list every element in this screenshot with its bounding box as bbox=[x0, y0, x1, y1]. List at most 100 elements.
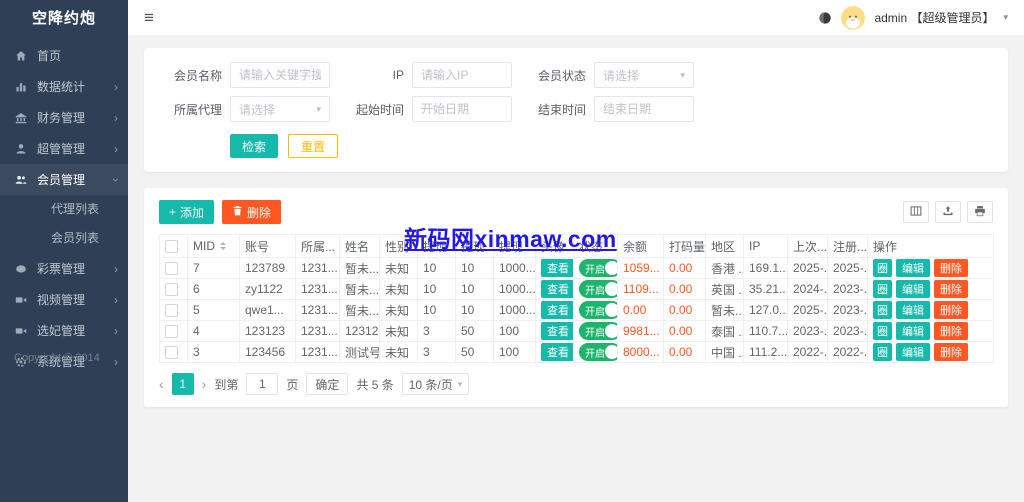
columns-tool-button[interactable] bbox=[903, 201, 929, 223]
theme-globe-icon[interactable] bbox=[818, 11, 832, 25]
row-checkbox[interactable] bbox=[165, 283, 178, 297]
delete-row-button[interactable]: 删除 bbox=[934, 322, 968, 340]
view-avatar-button[interactable]: 查看 bbox=[541, 301, 573, 319]
hamburger-icon[interactable]: ≡ bbox=[144, 9, 154, 26]
column-header: IP bbox=[743, 234, 788, 258]
sidebar-item-stats[interactable]: 数据统计 › bbox=[0, 71, 128, 102]
member-status-select[interactable]: 请选择 ▾ bbox=[594, 62, 694, 88]
edit-button[interactable]: 编辑 bbox=[896, 322, 930, 340]
field-label: 起始时间 bbox=[355, 102, 404, 117]
sidebar-item-label: 彩票管理 bbox=[37, 262, 86, 276]
chevron-right-icon: › bbox=[114, 292, 118, 307]
cell-reg: 2025-... bbox=[827, 257, 868, 279]
status-toggle[interactable]: 开启 bbox=[579, 322, 617, 340]
add-button[interactable]: + 添加 bbox=[159, 200, 215, 224]
view-avatar-button[interactable]: 查看 bbox=[541, 322, 573, 340]
avatar[interactable] bbox=[841, 5, 866, 30]
cell-w3: 1000... bbox=[493, 278, 536, 300]
coin-icon bbox=[15, 262, 28, 275]
delete-row-button[interactable]: 删除 bbox=[934, 343, 968, 361]
cell-agent: 1231... bbox=[295, 257, 340, 279]
status-toggle[interactable]: 开启 bbox=[579, 259, 617, 277]
cell-w3: 1000... bbox=[493, 257, 536, 279]
member-name-input[interactable] bbox=[230, 62, 330, 88]
cell-w2: 10 bbox=[455, 299, 494, 321]
sort-icon[interactable] bbox=[220, 239, 226, 253]
sidebar-item-video[interactable]: 视频管理 › bbox=[0, 284, 128, 315]
page-1-button[interactable]: 1 bbox=[171, 373, 194, 395]
misc-op-button[interactable]: 圈 bbox=[873, 343, 892, 361]
sidebar-subitem-member-list[interactable]: 会员列表 bbox=[0, 224, 128, 253]
cell-w1: 10 bbox=[417, 299, 456, 321]
sidebar-subitem-agent-list[interactable]: 代理列表 bbox=[0, 195, 128, 224]
field-agent: 所属代理 请选择 ▾ bbox=[164, 96, 330, 122]
misc-op-button[interactable]: 圈 bbox=[873, 259, 892, 277]
sidebar-item-label: 首页 bbox=[37, 49, 62, 63]
row-checkbox[interactable] bbox=[165, 325, 178, 339]
edit-button[interactable]: 编辑 bbox=[896, 343, 930, 361]
column-header: 上次... bbox=[787, 234, 828, 258]
cell-w2: 50 bbox=[455, 320, 494, 342]
table-tools bbox=[903, 201, 993, 223]
sidebar-item-members[interactable]: 会员管理 › bbox=[0, 164, 128, 195]
end-date-input[interactable] bbox=[594, 96, 694, 122]
film-icon bbox=[15, 324, 28, 337]
agent-select[interactable]: 请选择 ▾ bbox=[230, 96, 330, 122]
search-button[interactable]: 检索 bbox=[230, 134, 279, 158]
delete-row-button[interactable]: 删除 bbox=[934, 259, 968, 277]
cell-ip: 169.1... bbox=[743, 257, 788, 279]
cell-agent: 1231... bbox=[295, 341, 340, 363]
cell-name: 暂未... bbox=[339, 299, 380, 321]
row-checkbox[interactable] bbox=[165, 262, 178, 276]
page-unit-label: 页 bbox=[286, 377, 299, 392]
edit-button[interactable]: 编辑 bbox=[896, 280, 930, 298]
row-checkbox[interactable] bbox=[165, 346, 178, 360]
delete-button[interactable]: 删除 bbox=[222, 200, 282, 224]
search-row-1: 会员名称 IP 会员状态 请选择 ▾ bbox=[164, 62, 988, 88]
delete-row-button[interactable]: 删除 bbox=[934, 301, 968, 319]
status-toggle[interactable]: 开启 bbox=[579, 343, 617, 361]
edit-button[interactable]: 编辑 bbox=[896, 259, 930, 277]
misc-op-button[interactable]: 圈 bbox=[873, 280, 892, 298]
status-toggle[interactable]: 开启 bbox=[579, 280, 617, 298]
start-date-input[interactable] bbox=[412, 96, 512, 122]
view-avatar-button[interactable]: 查看 bbox=[541, 343, 573, 361]
sidebar-item-concubine[interactable]: 选妃管理 › bbox=[0, 315, 128, 346]
ip-input[interactable] bbox=[412, 62, 512, 88]
sidebar-item-lottery[interactable]: 彩票管理 › bbox=[0, 253, 128, 284]
sidebar-item-label: 财务管理 bbox=[37, 111, 86, 125]
column-header: 所属... bbox=[295, 234, 340, 258]
cell-gender: 未知 bbox=[379, 299, 418, 321]
cell-reg: 2023-... bbox=[827, 320, 868, 342]
cell-last: 2025-... bbox=[787, 257, 828, 279]
edit-button[interactable]: 编辑 bbox=[896, 301, 930, 319]
export-tool-button[interactable] bbox=[935, 201, 961, 223]
cell-mid: 6 bbox=[187, 278, 240, 300]
misc-op-button[interactable]: 圈 bbox=[873, 322, 892, 340]
topbar: ≡ admin 【超级管理员】 ▾ bbox=[128, 0, 1024, 36]
status-toggle[interactable]: 开启 bbox=[579, 301, 617, 319]
next-page-button[interactable]: › bbox=[202, 377, 207, 391]
field-ip: IP bbox=[346, 62, 512, 88]
sidebar-item-admins[interactable]: 超管管理 › bbox=[0, 133, 128, 164]
select-all-checkbox[interactable] bbox=[165, 240, 178, 254]
topbar-user-area: admin 【超级管理员】 ▾ bbox=[818, 5, 1008, 30]
export-icon bbox=[942, 205, 954, 220]
username-dropdown[interactable]: admin 【超级管理员】 bbox=[874, 9, 994, 26]
prev-page-button[interactable]: ‹ bbox=[159, 377, 164, 391]
misc-op-button[interactable]: 圈 bbox=[873, 301, 892, 319]
reset-button[interactable]: 重置 bbox=[288, 134, 339, 158]
sidebar-item-home[interactable]: 首页 bbox=[0, 40, 128, 71]
jump-page-input[interactable] bbox=[246, 373, 279, 395]
delete-row-button[interactable]: 删除 bbox=[934, 280, 968, 298]
confirm-button[interactable]: 确定 bbox=[306, 373, 349, 395]
copyright-text: Copyright © 2014 bbox=[14, 352, 100, 364]
view-avatar-button[interactable]: 查看 bbox=[541, 280, 573, 298]
view-avatar-button[interactable]: 查看 bbox=[541, 259, 573, 277]
print-tool-button[interactable] bbox=[967, 201, 993, 223]
row-checkbox[interactable] bbox=[165, 304, 178, 318]
sidebar-item-finance[interactable]: 财务管理 › bbox=[0, 102, 128, 133]
field-label: 所属代理 bbox=[173, 102, 222, 117]
page-size-select[interactable]: 10 条/页 ▾ bbox=[401, 373, 470, 395]
field-label: 会员状态 bbox=[537, 68, 586, 83]
